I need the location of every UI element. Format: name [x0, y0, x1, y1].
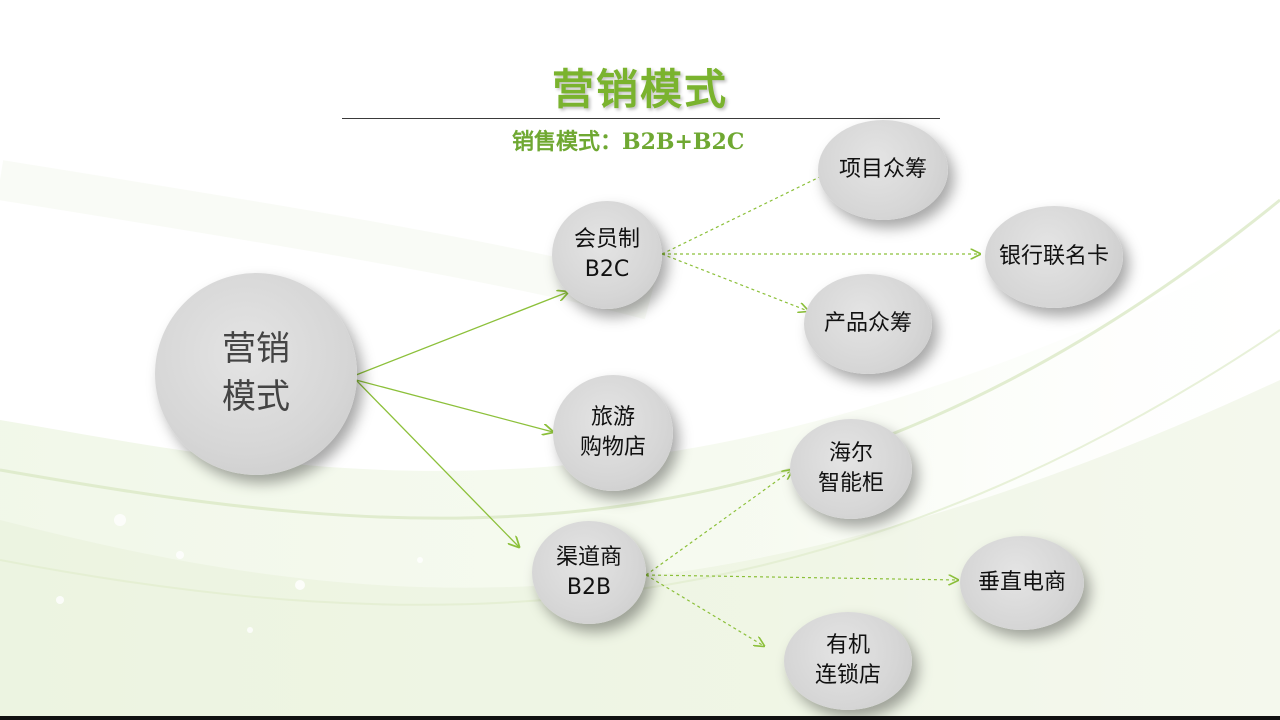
- link-channel-haier: [645, 470, 792, 576]
- link-membership-product: [661, 253, 808, 311]
- link-channel-vertical: [645, 574, 958, 580]
- node-channel-b2b: 渠道商 B2B: [532, 521, 646, 624]
- link-membership-project: [661, 168, 838, 255]
- link-root-membership: [355, 292, 568, 376]
- link-channel-organic: [645, 574, 764, 646]
- node-organic-chain: 有机 连锁店: [784, 612, 912, 710]
- slide-bottom-border: [0, 716, 1280, 720]
- link-root-channel: [355, 379, 519, 547]
- node-travel-shop: 旅游 购物店: [553, 375, 673, 491]
- node-haier-cabinet: 海尔 智能柜: [790, 419, 912, 519]
- node-bank-card: 银行联名卡: [985, 206, 1123, 308]
- node-membership-b2c: 会员制 B2C: [552, 201, 662, 309]
- node-project-crowdfunding: 项目众筹: [818, 120, 948, 220]
- link-root-travel: [355, 379, 553, 432]
- node-vertical-ecommerce: 垂直电商: [960, 536, 1084, 630]
- node-product-crowdfunding: 产品众筹: [804, 274, 932, 374]
- node-root: 营销 模式: [155, 273, 357, 475]
